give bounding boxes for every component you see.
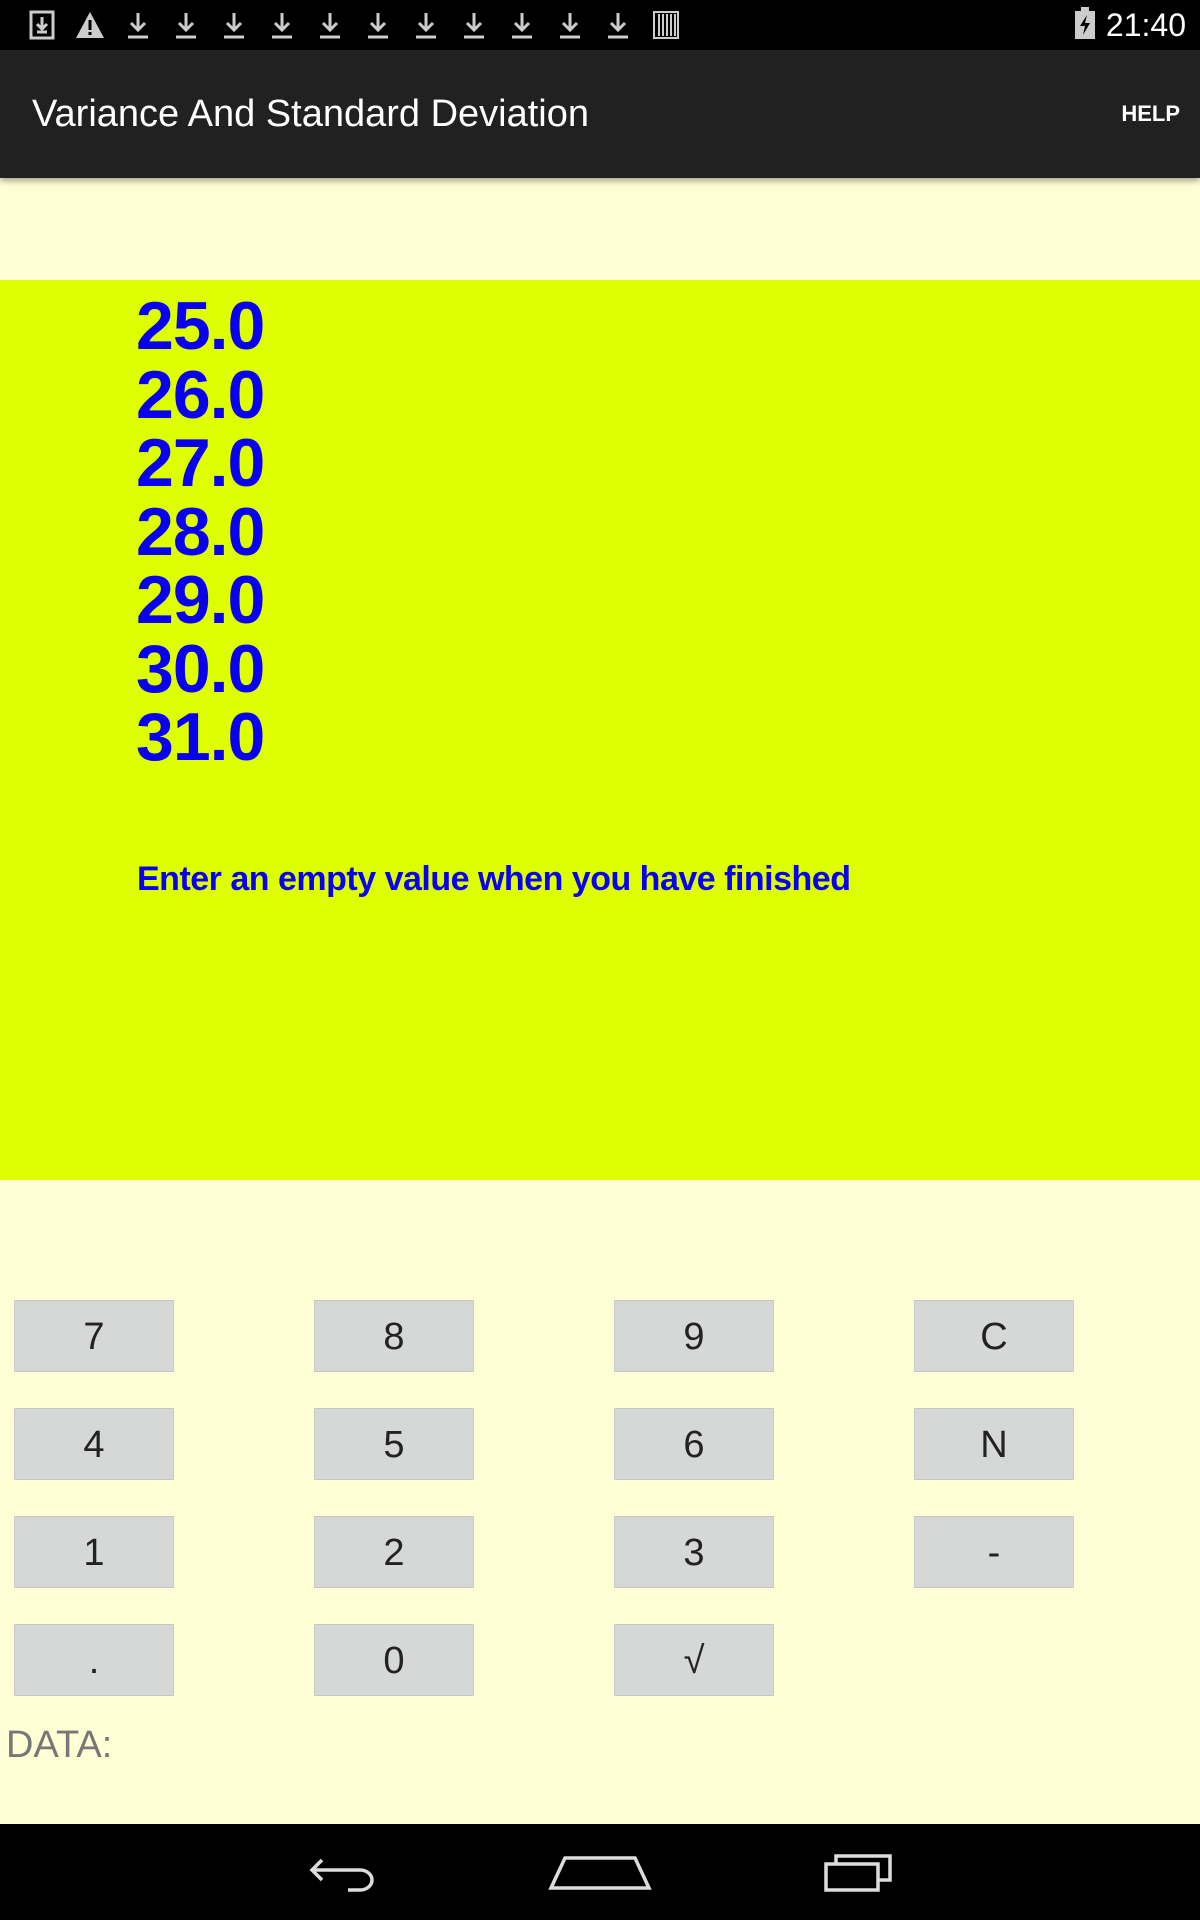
recent-apps-icon[interactable] <box>788 1824 928 1920</box>
sqrt-button[interactable]: √ <box>614 1624 774 1696</box>
back-icon[interactable] <box>273 1824 413 1920</box>
key-5[interactable]: 5 <box>314 1408 474 1480</box>
status-time: 21:40 <box>1105 6 1186 43</box>
key-1[interactable]: 1 <box>14 1516 174 1588</box>
value-item: 25.0 <box>136 288 265 364</box>
status-right: 21:40 <box>1074 0 1186 50</box>
download-icon <box>594 8 642 42</box>
value-item: 27.0 <box>136 425 265 501</box>
app-title: Variance And Standard Deviation <box>32 93 589 135</box>
help-button[interactable]: HELP <box>1121 50 1180 178</box>
download-icon <box>498 8 546 42</box>
key-0[interactable]: 0 <box>314 1624 474 1696</box>
hint-text: Enter an empty value when you have finis… <box>137 860 851 898</box>
key-7[interactable]: 7 <box>14 1300 174 1372</box>
value-item: 31.0 <box>136 699 265 775</box>
nav-bar <box>0 1824 1200 1920</box>
download-icon <box>450 8 498 42</box>
download-icon <box>210 8 258 42</box>
warning-icon <box>66 8 114 42</box>
n-button[interactable]: N <box>914 1408 1074 1480</box>
key-4[interactable]: 4 <box>14 1408 174 1480</box>
value-list: 25.0 26.0 27.0 28.0 29.0 30.0 31.0 <box>136 288 265 775</box>
decimal-point-button[interactable]: . <box>14 1624 174 1696</box>
key-6[interactable]: 6 <box>614 1408 774 1480</box>
download-icon <box>354 8 402 42</box>
download-icon <box>402 8 450 42</box>
data-panel: 25.0 26.0 27.0 28.0 29.0 30.0 31.0 Enter… <box>0 280 1200 1180</box>
battery-charging-icon <box>1074 6 1096 45</box>
value-item: 29.0 <box>136 562 265 638</box>
download-icon <box>258 8 306 42</box>
minus-button[interactable]: - <box>914 1516 1074 1588</box>
download-icon <box>114 8 162 42</box>
value-item: 28.0 <box>136 493 265 570</box>
app-bar: Variance And Standard Deviation HELP <box>0 50 1200 178</box>
notification-icons <box>18 8 690 42</box>
key-8[interactable]: 8 <box>314 1300 474 1372</box>
download-icon <box>162 8 210 42</box>
download-icon <box>306 8 354 42</box>
home-icon[interactable] <box>530 1824 670 1920</box>
value-item: 30.0 <box>136 630 265 707</box>
barcode-icon <box>642 8 690 42</box>
key-3[interactable]: 3 <box>614 1516 774 1588</box>
download-icon <box>546 8 594 42</box>
key-2[interactable]: 2 <box>314 1516 474 1588</box>
download-done-icon <box>18 8 66 42</box>
value-item: 26.0 <box>136 356 265 433</box>
status-bar: 21:40 <box>0 0 1200 50</box>
data-label: DATA: <box>6 1724 113 1766</box>
key-9[interactable]: 9 <box>614 1300 774 1372</box>
clear-button[interactable]: C <box>914 1300 1074 1372</box>
